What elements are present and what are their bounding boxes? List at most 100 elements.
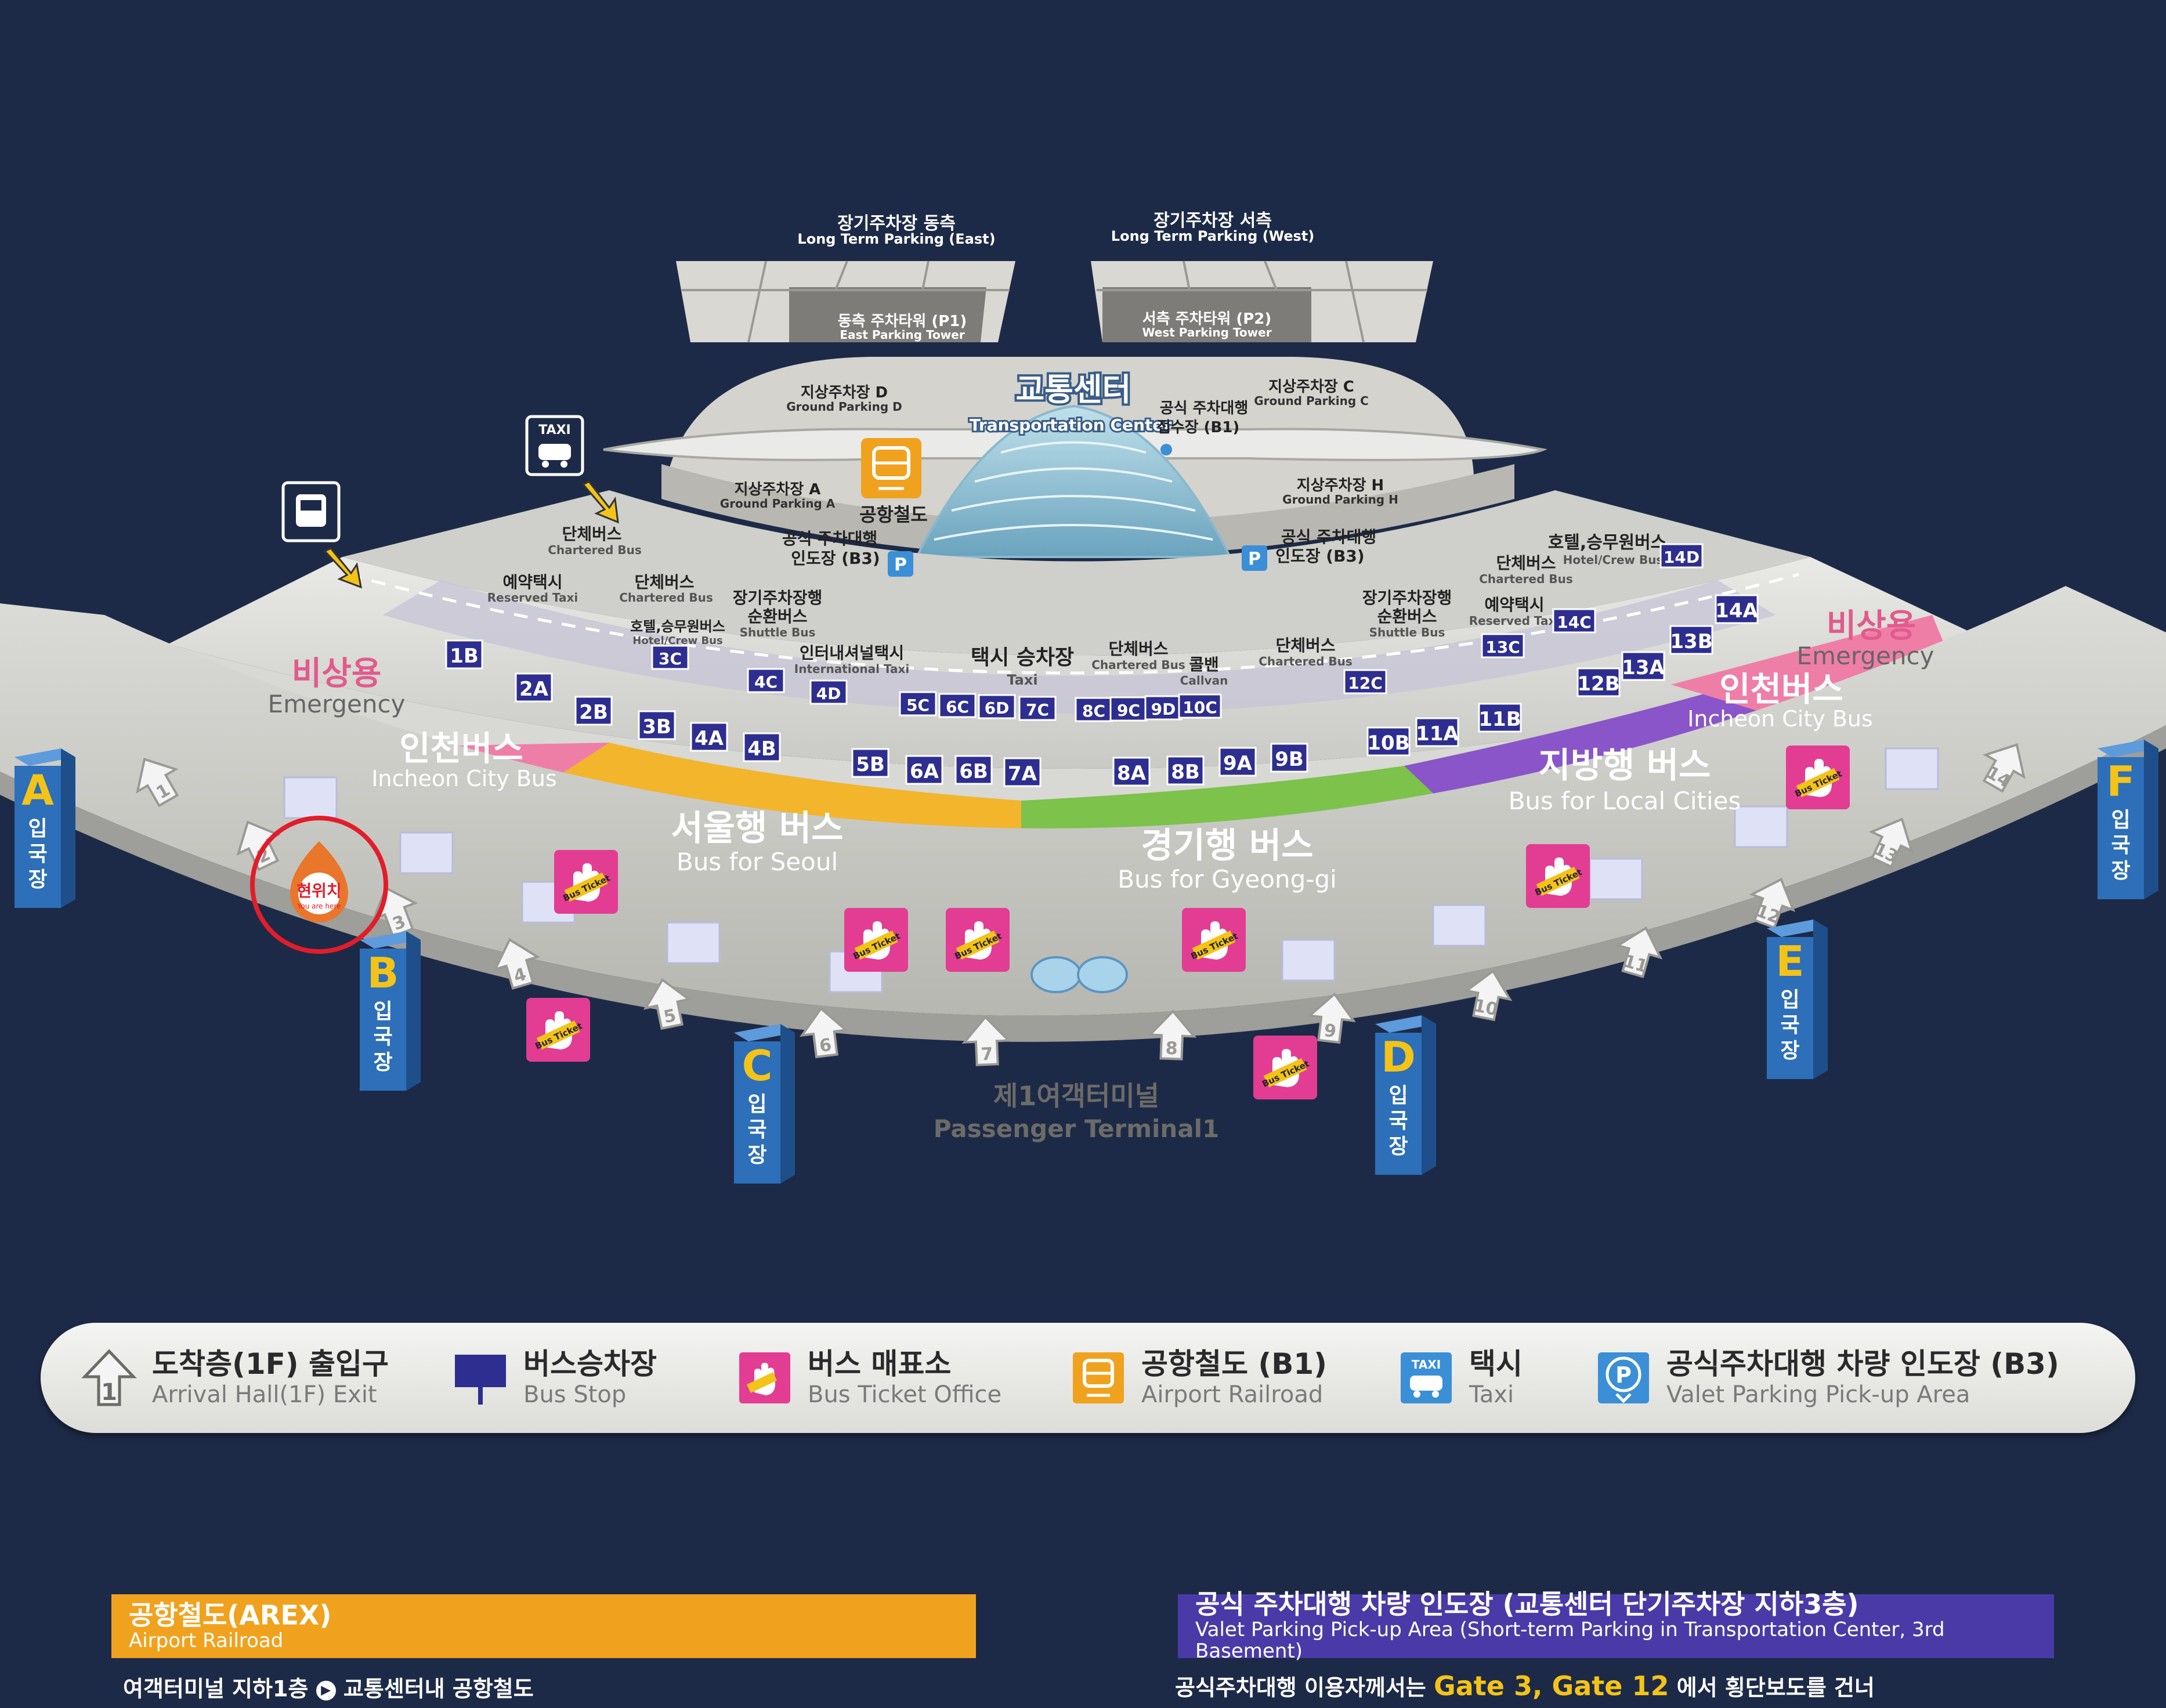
legend-taxi: TAXI 택시 Taxi	[1398, 1346, 1523, 1410]
bus-stop-4a[interactable]: 4A	[690, 722, 728, 752]
valet-parking-icon: P	[1242, 545, 1267, 571]
bus-stop-6b[interactable]: 6B	[954, 755, 993, 785]
bus-stop-14a[interactable]: 14A	[1715, 594, 1759, 624]
arrival-gate-c[interactable]: C입국장	[734, 1024, 795, 1184]
bus-stop-5b[interactable]: 5B	[851, 748, 889, 778]
chartered-bus-label-en: Chartered Bus	[1479, 572, 1573, 586]
bus-stop-label: 14A	[1715, 599, 1758, 623]
ground-parking-h: 지상주차장 H	[1297, 477, 1384, 494]
bus-stop-2b[interactable]: 2B	[574, 696, 613, 726]
arrow-up-1-icon: 1	[81, 1349, 137, 1406]
chartered-bus-label: 단체버스	[1275, 636, 1335, 655]
bus-stop-4d[interactable]: 4D	[809, 679, 848, 705]
arrival-gate-e[interactable]: E입국장	[1767, 920, 1828, 1079]
international-taxi-label-en: International Taxi	[794, 662, 909, 676]
bus-stop-10c[interactable]: 10C	[1178, 693, 1222, 719]
bus-stop-12b[interactable]: 12B	[1576, 667, 1621, 697]
bus-stop-6d[interactable]: 6D	[978, 694, 1016, 719]
chartered-bus-label: 단체버스	[634, 573, 694, 592]
bus-stop-label: 9C	[1117, 701, 1140, 720]
bus-stop-1b[interactable]: 1B	[445, 639, 483, 670]
hotel-crew-bus-label: 호텔,승무원버스	[630, 618, 725, 635]
exit-number: 7	[981, 1044, 993, 1065]
bus-ticket-office[interactable]: Bus Ticket	[1526, 844, 1590, 908]
gate-suffix-char: 장	[1780, 1039, 1799, 1063]
bus-stop-3c[interactable]: 3C	[651, 645, 689, 670]
play-arrow-icon: ▶	[316, 1680, 336, 1700]
bus-stop-9c[interactable]: 9C	[1109, 696, 1148, 722]
arrival-gate-f[interactable]: F입국장	[2098, 740, 2158, 899]
incheon-bus-right-title: 인천버스	[1719, 670, 1843, 709]
bus-stop-2a[interactable]: 2A	[515, 672, 553, 703]
west-parking-label-en: Long Term Parking (West)	[1111, 228, 1314, 244]
ground-parking-d: 지상주차장 D	[801, 384, 888, 401]
arex-title: 공항철도(AREX)	[129, 1600, 332, 1631]
bus-stop-13c[interactable]: 13C	[1481, 633, 1525, 658]
bus-ticket-office[interactable]: Bus Ticket	[1182, 908, 1246, 972]
bus-stop-8a[interactable]: 8A	[1112, 757, 1151, 787]
taxi-stand-label: 택시 승차장	[971, 646, 1074, 670]
bus-stop-6a[interactable]: 6A	[905, 755, 943, 785]
valet-b1-label: 공식 주차대행	[1160, 400, 1249, 417]
emergency-label-right: 비상용	[1827, 607, 1917, 645]
bus-stop-11a[interactable]: 11A	[1415, 717, 1459, 747]
bus-stop-4b[interactable]: 4B	[743, 732, 781, 762]
bus-stop-7c[interactable]: 7C	[1018, 696, 1057, 721]
chartered-bus-label-en: Chartered Bus	[619, 591, 713, 605]
bus-sign-icon	[281, 481, 341, 542]
bus-ticket-office[interactable]: Bus Ticket	[526, 998, 590, 1062]
bus-stop-6c[interactable]: 6C	[938, 693, 977, 718]
arex-desc-a: 여객터미널 지하1층	[123, 1676, 309, 1702]
reserved-taxi-label: 예약택시	[502, 573, 562, 592]
valet-b3-left-label-2: 인도장 (B3)	[791, 549, 880, 568]
west-tower-label-en: West Parking Tower	[1142, 325, 1271, 339]
bus-stop-label: 12B	[1577, 672, 1619, 696]
ground-parking-a: 지상주차장 A	[735, 481, 821, 498]
local-bus-title-en: Bus for Local Cities	[1509, 787, 1741, 815]
bus-stop-label: 4D	[816, 684, 841, 703]
international-taxi-label: 인터내셔널택시	[800, 643, 904, 663]
callvan-label: 콜밴	[1189, 655, 1219, 674]
bus-stop-8c[interactable]: 8C	[1075, 697, 1113, 722]
arrival-gate-b[interactable]: B입국장	[360, 931, 421, 1091]
gate-letter: A	[21, 766, 54, 815]
bus-stop-7a[interactable]: 7A	[1003, 757, 1042, 787]
bus-ticket-office[interactable]: Bus Ticket	[1253, 1036, 1317, 1099]
bus-stop-label: 13A	[1622, 656, 1665, 679]
svg-text:현위치: 현위치	[296, 881, 341, 900]
bus-stop-label: 3B	[642, 715, 671, 739]
gate-suffix-char: 국	[1780, 1014, 1799, 1037]
bus-stop-5c[interactable]: 5C	[899, 691, 937, 717]
bus-ticket-office[interactable]: Bus Ticket	[844, 908, 908, 972]
emergency-label-left-en: Emergency	[268, 690, 406, 718]
bus-ticket-office[interactable]: Bus Ticket	[554, 850, 618, 914]
arrival-gate-d[interactable]: D입국장	[1375, 1015, 1436, 1175]
legend-bus-stop: 버스승차장 Bus Stop	[453, 1346, 657, 1410]
shuttle-bus-label-en: Shuttle Bus	[1369, 625, 1445, 639]
bus-stop-9d[interactable]: 9D	[1144, 695, 1183, 721]
bus-stop-14c[interactable]: 14C	[1552, 608, 1596, 634]
bus-stop-11b[interactable]: 11B	[1478, 703, 1522, 733]
valet-b1-marker	[1160, 444, 1172, 455]
bus-stop-label: 6B	[959, 760, 988, 783]
bus-stop-13a[interactable]: 13A	[1621, 651, 1665, 681]
bus-stop-9a[interactable]: 9A	[1218, 747, 1257, 777]
arrival-gate-a[interactable]: A입국장	[15, 748, 75, 908]
incheon-bus-right-title-en: Incheon City Bus	[1687, 706, 1873, 732]
bus-stop-12c[interactable]: 12C	[1343, 669, 1387, 694]
bus-stop-label: 14D	[1664, 548, 1699, 567]
legend-label: 버스 매표소	[808, 1347, 952, 1381]
bus-stop-4c[interactable]: 4C	[747, 668, 785, 693]
bus-stop-label: 5B	[856, 753, 885, 776]
bus-stop-10b[interactable]: 10B	[1366, 726, 1411, 757]
valet-parking-icon: P	[888, 551, 913, 577]
svg-text:1: 1	[101, 1379, 117, 1406]
bus-ticket-office[interactable]: Bus Ticket	[1786, 746, 1850, 809]
bus-stop-9b[interactable]: 9B	[1270, 743, 1308, 773]
bus-ticket-office[interactable]: Bus Ticket	[946, 908, 1010, 972]
bus-stop-3b[interactable]: 3B	[638, 710, 676, 740]
bus-stop-8b[interactable]: 8B	[1166, 755, 1205, 786]
bus-stop-13b[interactable]: 13B	[1669, 625, 1713, 655]
bus-stop-14d[interactable]: 14D	[1659, 543, 1704, 569]
gate-letter: C	[742, 1041, 773, 1090]
